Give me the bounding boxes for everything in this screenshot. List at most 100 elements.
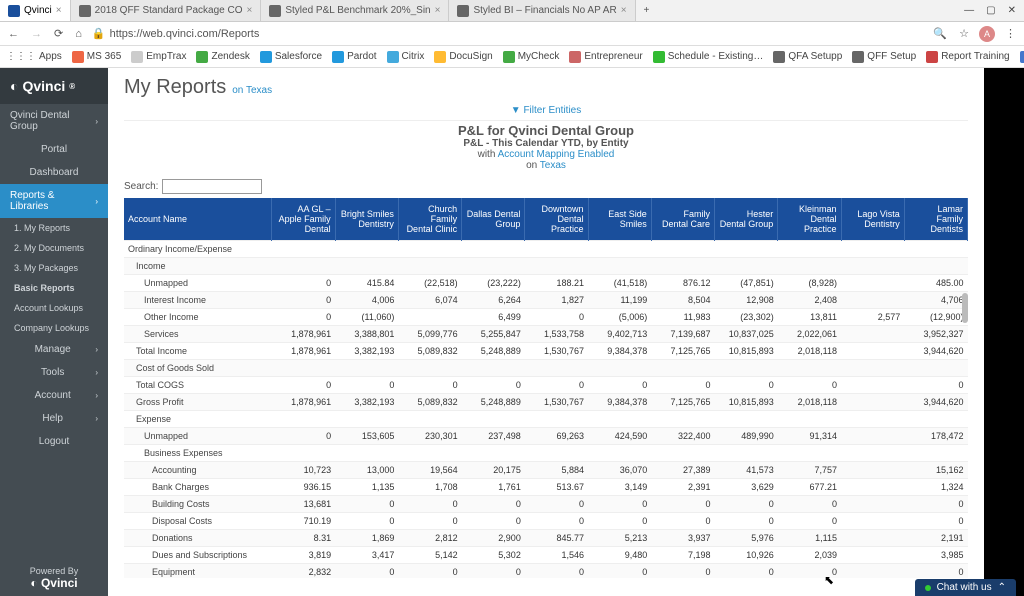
tab-close-icon[interactable]: × xyxy=(621,5,627,16)
home-icon[interactable]: ⌂ xyxy=(73,28,84,40)
table-row[interactable]: Equipment2,832000000000 xyxy=(124,564,968,579)
minimize-icon[interactable]: — xyxy=(964,5,974,16)
location-link[interactable]: Texas xyxy=(540,160,566,171)
cell-value: (47,851) xyxy=(715,275,778,292)
table-row[interactable]: Cost of Goods Sold xyxy=(124,360,968,377)
bookmark-citrix[interactable]: Citrix xyxy=(387,51,425,63)
sidebar-sub-basicreports[interactable]: Basic Reports xyxy=(0,278,108,298)
column-header[interactable]: Family Dental Care xyxy=(651,198,714,241)
maximize-icon[interactable]: ▢ xyxy=(986,5,995,16)
browser-tab-0[interactable]: Qvinci× xyxy=(0,0,71,21)
star-icon[interactable]: ☆ xyxy=(957,27,971,40)
cell-value xyxy=(462,411,525,428)
table-row[interactable]: Bank Charges936.151,1351,7081,761513.673… xyxy=(124,479,968,496)
bookmark-apps[interactable]: ⋮⋮⋮Apps xyxy=(6,51,62,62)
column-header[interactable]: AA GL – Apple Family Dental xyxy=(272,198,335,241)
tab-close-icon[interactable]: × xyxy=(435,5,441,16)
table-row[interactable]: Services1,878,9613,388,8015,099,7765,255… xyxy=(124,326,968,343)
sidebar-sub-myreports[interactable]: 1. My Reports xyxy=(0,218,108,238)
scope-link[interactable]: on Texas xyxy=(232,85,272,96)
column-header[interactable]: Account Name xyxy=(124,198,272,241)
sidebar-item-tools[interactable]: Tools› xyxy=(0,361,108,384)
logo[interactable]: ◐Qvinci® xyxy=(0,68,108,104)
cell-value: 4,706 xyxy=(904,292,967,309)
cell-value: 0 xyxy=(651,377,714,394)
url-box[interactable]: 🔒 https://web.qvinci.com/Reports xyxy=(92,27,924,40)
table-row[interactable]: Building Costs13,681000000000 xyxy=(124,496,968,513)
chat-widget[interactable]: Chat with us⌃ xyxy=(915,579,1016,596)
table-row[interactable]: Total COGS0000000000 xyxy=(124,377,968,394)
table-row[interactable]: Interest Income04,0066,0746,2641,82711,1… xyxy=(124,292,968,309)
table-row[interactable]: Dues and Subscriptions3,8193,4175,1425,3… xyxy=(124,547,968,564)
table-row[interactable]: Gross Profit1,878,9613,382,1935,089,8325… xyxy=(124,394,968,411)
ame-link[interactable]: Account Mapping Enabled xyxy=(498,149,615,160)
bookmark-mycheck[interactable]: MyCheck xyxy=(503,51,560,63)
table-row[interactable]: Accounting10,72313,00019,56420,1755,8843… xyxy=(124,462,968,479)
cell-value xyxy=(841,258,904,275)
sidebar-item-account[interactable]: Account› xyxy=(0,384,108,407)
tab-close-icon[interactable]: × xyxy=(247,5,253,16)
bookmark-pardot[interactable]: Pardot xyxy=(332,51,376,63)
column-header[interactable]: Kleinman Dental Practice xyxy=(778,198,841,241)
bookmark-schedule[interactable]: Schedule - Existing… xyxy=(653,51,764,63)
sidebar-sub-accountlookups[interactable]: Account Lookups xyxy=(0,298,108,318)
table-row[interactable]: Donations8.311,8692,8122,900845.775,2133… xyxy=(124,530,968,547)
sidebar-item-portal[interactable]: Portal xyxy=(0,138,108,161)
sidebar-sub-mydocuments[interactable]: 2. My Documents xyxy=(0,238,108,258)
table-row[interactable]: Income xyxy=(124,258,968,275)
table-row[interactable]: Unmapped0153,605230,301237,49869,263424,… xyxy=(124,428,968,445)
column-header[interactable]: Lamar Family Dentists xyxy=(904,198,967,241)
table-row[interactable]: Other Income0(11,060)6,4990(5,006)11,983… xyxy=(124,309,968,326)
sidebar-item-manage[interactable]: Manage› xyxy=(0,338,108,361)
row-label: Bank Charges xyxy=(124,479,272,496)
browser-tab-3[interactable]: Styled BI – Financials No AP AR× xyxy=(449,0,635,21)
column-header[interactable]: Downtown Dental Practice xyxy=(525,198,588,241)
table-row[interactable]: Ordinary Income/Expense xyxy=(124,241,968,258)
row-label: Total COGS xyxy=(124,377,272,394)
bookmark-qff[interactable]: QFF Setup xyxy=(852,51,916,63)
search-input[interactable] xyxy=(162,179,262,194)
bookmark-qfa[interactable]: QFA Setupp xyxy=(773,51,842,63)
bookmark-salesforce[interactable]: Salesforce xyxy=(260,51,322,63)
table-row[interactable]: Expense xyxy=(124,411,968,428)
browser-tab-1[interactable]: 2018 QFF Standard Package CO× xyxy=(71,0,262,21)
column-header[interactable]: Dallas Dental Group xyxy=(462,198,525,241)
bookmark-zendesk[interactable]: Zendesk xyxy=(196,51,249,63)
browser-tab-2[interactable]: Styled P&L Benchmark 20%_Sin× xyxy=(261,0,449,21)
profile-avatar[interactable]: A xyxy=(979,26,995,42)
sidebar-sub-companylookups[interactable]: Company Lookups xyxy=(0,318,108,338)
sidebar-item-logout[interactable]: Logout xyxy=(0,430,108,453)
column-header[interactable]: Hester Dental Group xyxy=(715,198,778,241)
report-table-container[interactable]: Account NameAA GL – Apple Family DentalB… xyxy=(124,198,968,578)
reload-icon[interactable]: ⟳ xyxy=(52,27,65,40)
sidebar-item-dashboard[interactable]: Dashboard xyxy=(0,161,108,184)
bookmark-report-training[interactable]: Report Training xyxy=(926,51,1009,63)
search-icon[interactable]: 🔍 xyxy=(931,27,949,40)
column-header[interactable]: Church Family Dental Clinic xyxy=(398,198,461,241)
bookmark-entrepreneur[interactable]: Entrepreneur xyxy=(569,51,642,63)
bookmark-msteams[interactable]: MS Teams xyxy=(1020,51,1024,63)
table-row[interactable]: Total Income1,878,9613,382,1935,089,8325… xyxy=(124,343,968,360)
new-tab-button[interactable]: + xyxy=(636,5,658,16)
column-header[interactable]: Lago Vista Dentistry xyxy=(841,198,904,241)
column-header[interactable]: Bright Smiles Dentistry xyxy=(335,198,398,241)
bookmark-emptrax[interactable]: EmpTrax xyxy=(131,51,186,63)
bookmark-ms365[interactable]: MS 365 xyxy=(72,51,121,63)
close-icon[interactable]: ✕ xyxy=(1008,5,1016,16)
sidebar-item-help[interactable]: Help› xyxy=(0,407,108,430)
sidebar-org-selector[interactable]: Qvinci Dental Group› xyxy=(0,104,108,138)
table-row[interactable]: Business Expenses xyxy=(124,445,968,462)
column-header[interactable]: East Side Smiles xyxy=(588,198,651,241)
scrollbar-handle[interactable] xyxy=(962,293,968,323)
table-row[interactable]: Disposal Costs710.19000000000 xyxy=(124,513,968,530)
cell-value: 6,499 xyxy=(462,309,525,326)
menu-icon[interactable]: ⋮ xyxy=(1003,27,1018,40)
forward-icon[interactable]: → xyxy=(29,28,44,40)
sidebar-sub-mypackages[interactable]: 3. My Packages xyxy=(0,258,108,278)
tab-close-icon[interactable]: × xyxy=(56,5,62,16)
table-row[interactable]: Unmapped0415.84(22,518)(23,222)188.21(41… xyxy=(124,275,968,292)
sidebar-item-reports[interactable]: Reports & Libraries› xyxy=(0,184,108,218)
bookmark-docusign[interactable]: DocuSign xyxy=(434,51,492,63)
back-icon[interactable]: ← xyxy=(6,28,21,40)
filter-entities-button[interactable]: ▼ Filter Entities xyxy=(124,101,968,121)
